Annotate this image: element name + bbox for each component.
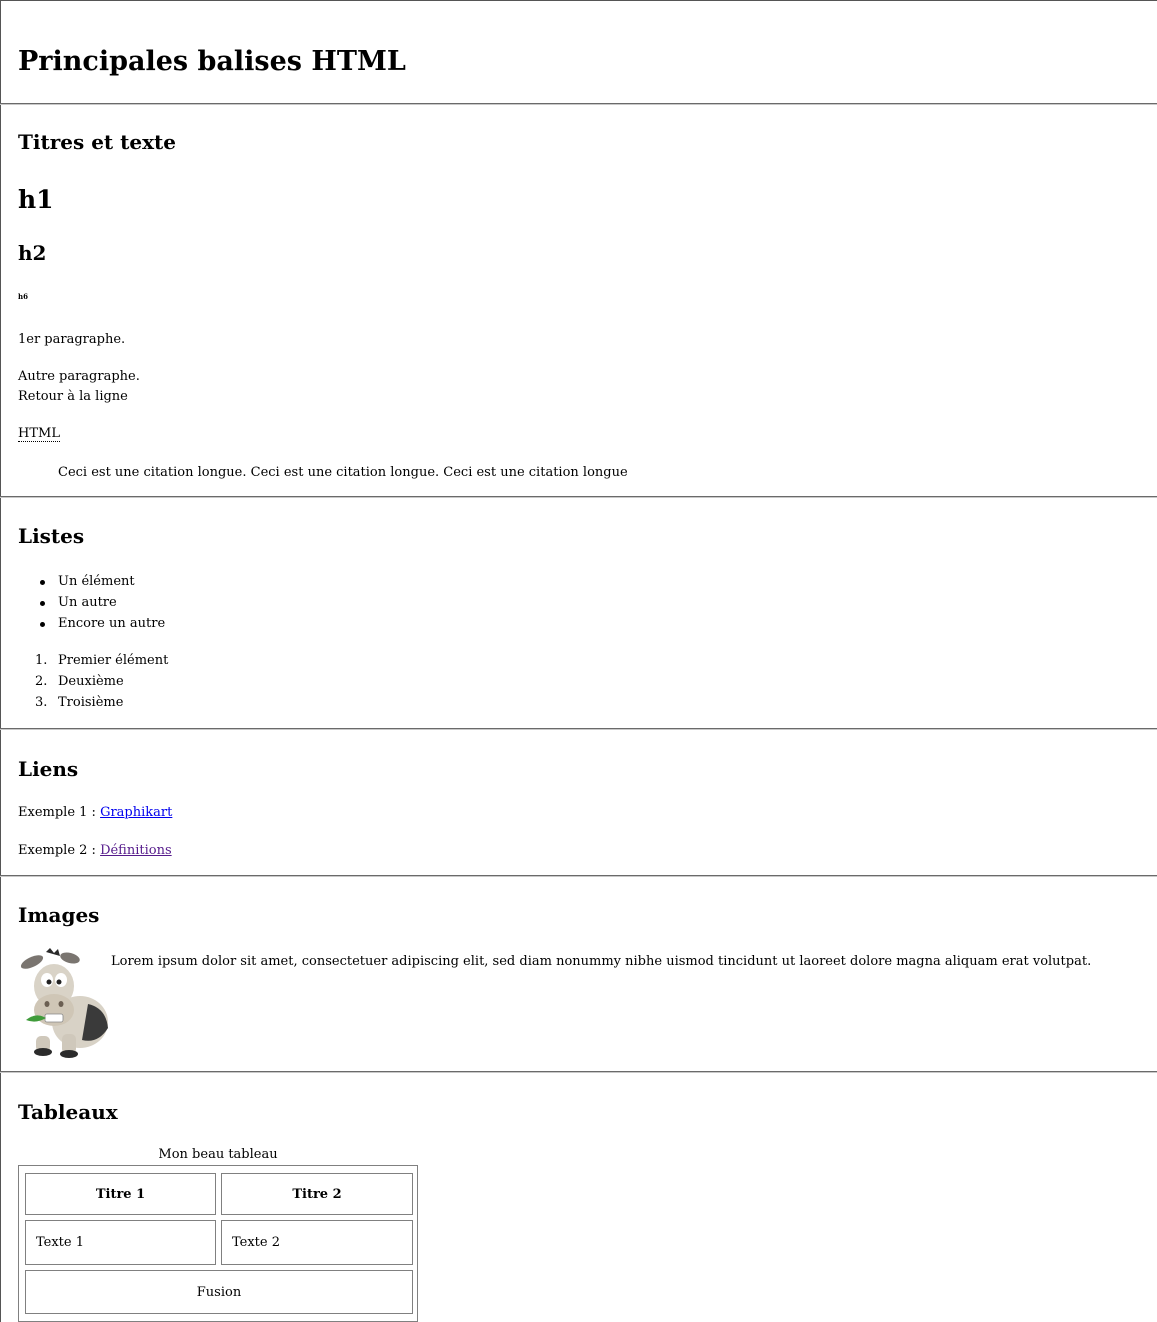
link-example-2-label: Exemple 2 : bbox=[18, 843, 101, 858]
divider bbox=[0, 875, 1157, 877]
paragraph-2-line-1: Autre paragraphe. bbox=[18, 369, 140, 384]
section-title-lists: Listes bbox=[18, 524, 85, 548]
section-title-text: Titres et texte bbox=[18, 130, 176, 154]
table-header-cell: Titre 2 bbox=[221, 1173, 413, 1215]
table-caption: Mon beau tableau bbox=[158, 1147, 278, 1162]
table-cell: Texte 1 bbox=[25, 1220, 216, 1265]
table-merged-cell: Fusion bbox=[25, 1270, 413, 1314]
paragraph-2-line-2: Retour à la ligne bbox=[18, 389, 128, 404]
blockquote: Ceci est une citation longue. Ceci est u… bbox=[58, 465, 628, 480]
image-caption: Lorem ipsum dolor sit amet, consectetuer… bbox=[111, 954, 1092, 969]
page-title: Principales balises HTML bbox=[18, 46, 406, 77]
paragraph-1: 1er paragraphe. bbox=[18, 332, 126, 347]
abbreviation-line: HTML bbox=[18, 426, 60, 442]
section-title-tables: Tableaux bbox=[18, 1100, 118, 1124]
table-header-cell: Titre 1 bbox=[25, 1173, 216, 1215]
bullet-icon bbox=[40, 580, 45, 585]
table-cell: Texte 2 bbox=[221, 1220, 413, 1265]
data-table: Titre 1 Titre 2 Texte 1 Texte 2 Fusion bbox=[18, 1165, 418, 1322]
list-item: Troisième bbox=[58, 695, 124, 710]
list-item: Un élément bbox=[58, 574, 135, 589]
page-frame bbox=[0, 0, 1157, 1322]
section-title-images: Images bbox=[18, 903, 100, 927]
sample-h2: h2 bbox=[18, 241, 47, 265]
divider bbox=[0, 1071, 1157, 1073]
donkey-cartoon-icon bbox=[20, 948, 108, 1058]
list-item: Premier élément bbox=[58, 653, 169, 668]
list-number: 1. bbox=[35, 653, 48, 668]
divider bbox=[0, 496, 1157, 498]
graphikart-link[interactable]: Graphikart bbox=[100, 805, 172, 820]
donkey-image bbox=[18, 948, 112, 1060]
divider bbox=[0, 103, 1157, 105]
abbreviation-html[interactable]: HTML bbox=[18, 426, 60, 442]
link-example-1-label: Exemple 1 : bbox=[18, 805, 101, 820]
link-example-1: Exemple 1 : Graphikart bbox=[18, 805, 172, 820]
list-number: 2. bbox=[35, 674, 48, 689]
bullet-icon bbox=[40, 622, 45, 627]
list-item: Deuxième bbox=[58, 674, 124, 689]
bullet-icon bbox=[40, 601, 45, 606]
definitions-link[interactable]: Définitions bbox=[100, 843, 172, 858]
list-number: 3. bbox=[35, 695, 48, 710]
link-example-2: Exemple 2 : Définitions bbox=[18, 843, 172, 858]
list-item: Encore un autre bbox=[58, 616, 166, 631]
list-item: Un autre bbox=[58, 595, 117, 610]
sample-h6: h6 bbox=[18, 292, 28, 301]
section-title-links: Liens bbox=[18, 757, 79, 781]
sample-h1: h1 bbox=[18, 185, 54, 214]
divider bbox=[0, 728, 1157, 730]
